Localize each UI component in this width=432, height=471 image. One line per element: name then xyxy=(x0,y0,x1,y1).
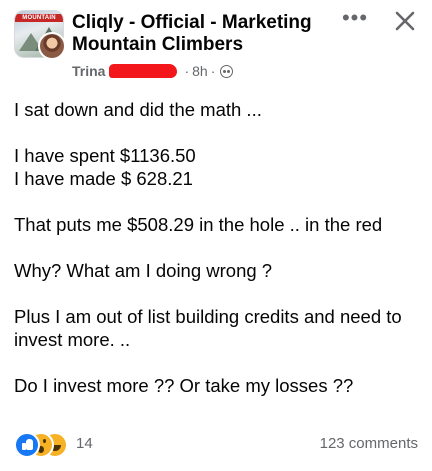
post-paragraph: I have made $ 628.21 xyxy=(14,168,193,189)
meta-separator: · xyxy=(210,63,216,79)
comments-count-link[interactable]: 123 comments xyxy=(320,435,418,452)
post-time[interactable]: 8h xyxy=(192,63,208,79)
post-footer: 14 123 comments xyxy=(0,430,432,460)
post-paragraph: Plus I am out of list building credits a… xyxy=(14,306,402,350)
author-avatar[interactable] xyxy=(38,32,66,60)
globe-icon xyxy=(220,64,234,78)
reactions-summary[interactable] xyxy=(14,432,84,458)
close-button[interactable] xyxy=(390,6,420,36)
reaction-count[interactable]: 14 xyxy=(76,435,93,452)
author-name[interactable]: Trina xyxy=(72,63,105,79)
post-paragraph: That puts me $508.29 in the hole .. in t… xyxy=(14,214,383,235)
meta-separator: · xyxy=(184,63,190,79)
post-meta: Trina · 8h · xyxy=(72,62,234,80)
more-dots-icon: ••• xyxy=(341,5,369,30)
more-options-button[interactable]: ••• xyxy=(340,5,370,32)
post-paragraph: Why? What am I doing wrong ? xyxy=(14,260,273,281)
like-reaction-icon xyxy=(14,432,40,458)
post-paragraph: I sat down and did the math ... xyxy=(14,99,262,120)
post-body: I sat down and did the math ... I have s… xyxy=(14,98,424,420)
redaction-mark xyxy=(109,64,178,78)
post-paragraph: I have spent $1136.50 xyxy=(14,145,196,166)
group-avatar-logo-text: MOUNTAIN xyxy=(15,14,63,22)
post-header: MOUNTAIN Cliqly - Official - Marketing M… xyxy=(0,0,432,96)
post-avatars[interactable]: MOUNTAIN xyxy=(14,10,66,60)
post-paragraph: Do I invest more ?? Or take my losses ?? xyxy=(14,375,354,396)
close-icon xyxy=(395,11,415,31)
group-title[interactable]: Cliqly - Official - Marketing Mountain C… xyxy=(72,12,322,56)
